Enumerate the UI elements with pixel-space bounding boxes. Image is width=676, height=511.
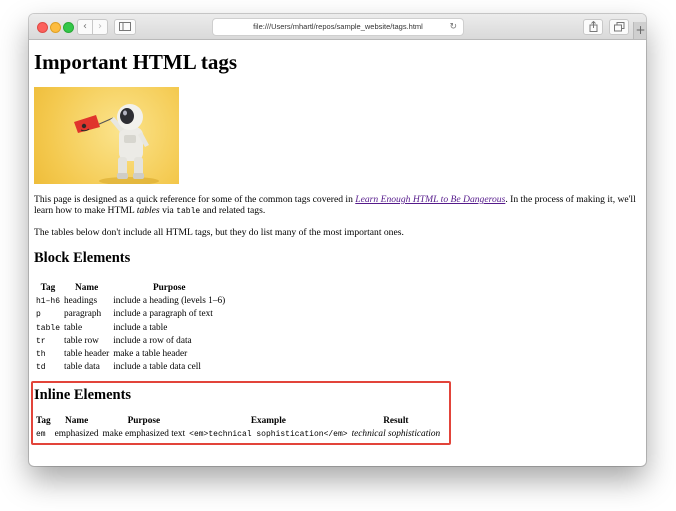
tag-code: tr — [36, 336, 46, 346]
intro-paragraph: This page is designed as a quick referen… — [34, 194, 641, 217]
column-header: Name — [64, 415, 89, 426]
hero-image — [34, 87, 179, 184]
table-row: td table data include a table data cell — [34, 361, 227, 374]
column-header: Purpose — [152, 282, 186, 293]
name-cell: paragraph — [64, 309, 102, 320]
example-cell: <em>technical sophistication</em> — [187, 427, 349, 440]
name-cell: emphasized — [54, 428, 99, 439]
tag-cell: p — [34, 308, 62, 321]
page-title: Important HTML tags — [34, 50, 238, 74]
tag-code: h1–h6 — [36, 296, 61, 306]
intro-text-4: and related tags. — [200, 205, 266, 216]
block-elements-table: Tag Name Purpose h1–h6 headings include … — [34, 281, 227, 374]
result-cell: technical sophistication — [350, 427, 443, 440]
column-header: Example — [250, 415, 286, 426]
address-bar[interactable]: file:///Users/mhartl/repos/sample_websit… — [212, 18, 464, 36]
inline-elements-table: Tag Name Purpose Example Result em empha… — [34, 414, 442, 441]
table-header-row: Tag Name Purpose Example Result — [34, 414, 442, 427]
column-header: Tag — [40, 282, 56, 293]
tag-cell: em — [34, 427, 53, 440]
back-button[interactable]: ‹ — [77, 19, 93, 35]
purpose-cell: include a row of data — [113, 335, 192, 346]
intro-text-1: This page is designed as a quick referen… — [34, 194, 356, 205]
tag-code: p — [36, 310, 41, 320]
reload-icon[interactable]: ↻ — [449, 19, 457, 35]
column-header: Purpose — [127, 415, 161, 426]
sidebar-icon — [119, 22, 131, 31]
address-text: file:///Users/mhartl/repos/sample_websit… — [253, 22, 423, 31]
tag-cell: table — [34, 321, 62, 334]
zoom-window-button[interactable] — [63, 22, 74, 33]
table-row: th table header make a table header — [34, 347, 227, 360]
table-row: em emphasized make emphasized text <em>t… — [34, 427, 442, 440]
table-header-row: Tag Name Purpose — [34, 281, 227, 294]
tag-code: table — [36, 323, 61, 333]
purpose-cell: include a paragraph of text — [113, 309, 213, 320]
purpose-cell: make emphasized text — [102, 428, 186, 439]
browser-toolbar: ‹ › file:///Users/mhartl/repos/sample_we… — [29, 14, 646, 40]
table-row: p paragraph include a paragraph of text — [34, 308, 227, 321]
inline-elements-heading: Inline Elements — [34, 387, 132, 403]
tabs-icon — [613, 22, 624, 32]
share-icon — [589, 20, 597, 32]
new-tab-button[interactable]: + — [633, 22, 646, 39]
purpose-cell: make a table header — [113, 349, 188, 360]
tag-cell: th — [34, 347, 62, 360]
close-window-button[interactable] — [37, 22, 48, 33]
column-header: Result — [383, 415, 409, 426]
sidebar-toggle-button[interactable] — [114, 19, 136, 35]
tag-code: td — [36, 363, 46, 373]
forward-button[interactable]: › — [92, 19, 108, 35]
tag-cell: h1–h6 — [34, 294, 62, 307]
intro-emphasis: tables — [136, 205, 160, 216]
astronaut-illustration — [74, 104, 159, 184]
table-row: tr table row include a row of data — [34, 334, 227, 347]
intro-code: table — [176, 207, 201, 216]
share-button[interactable] — [583, 19, 603, 35]
example-code: <em>technical sophistication</em> — [189, 429, 348, 439]
purpose-cell: include a table — [113, 322, 168, 333]
result-emphasis: technical sophistication — [351, 428, 441, 439]
tag-code: th — [36, 350, 46, 360]
browser-window: ‹ › file:///Users/mhartl/repos/sample_we… — [29, 14, 646, 466]
note-paragraph: The tables below don't include all HTML … — [34, 227, 404, 238]
minimize-window-button[interactable] — [50, 22, 61, 33]
purpose-cell: include a table data cell — [113, 362, 201, 373]
name-cell: headings — [64, 295, 98, 306]
column-header: Tag — [36, 415, 51, 426]
tag-cell: tr — [34, 334, 62, 347]
name-cell: table header — [64, 349, 110, 360]
table-row: table table include a table — [34, 321, 227, 334]
name-cell: table — [64, 322, 83, 333]
tag-cell: td — [34, 361, 62, 374]
purpose-cell: include a heading (levels 1–6) — [113, 295, 226, 306]
name-cell: table data — [64, 362, 100, 373]
show-tabs-button[interactable] — [609, 19, 629, 35]
tag-code: em — [36, 429, 46, 439]
column-header: Name — [74, 282, 99, 293]
book-link[interactable]: Learn Enough HTML to Be Dangerous — [355, 194, 505, 205]
table-row: h1–h6 headings include a heading (levels… — [34, 294, 227, 307]
name-cell: table row — [64, 335, 99, 346]
block-elements-heading: Block Elements — [34, 250, 131, 266]
intro-text-3: via — [159, 205, 177, 216]
